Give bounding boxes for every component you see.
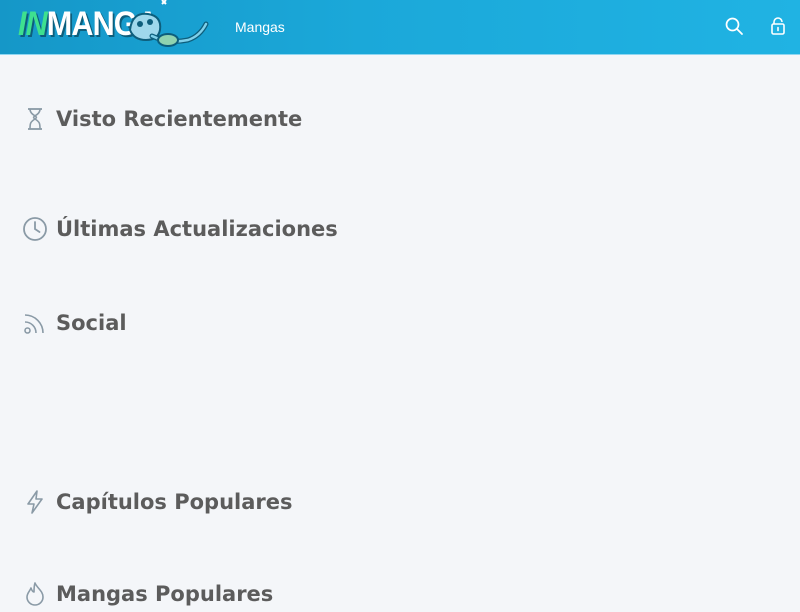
section-popular-mangas: Mangas Populares: [22, 578, 273, 610]
section-title: Visto Recientemente: [56, 107, 303, 131]
section-title: Mangas Populares: [56, 582, 274, 606]
nav-link-mangas[interactable]: Mangas: [235, 17, 285, 37]
section-social: Social: [22, 307, 127, 339]
section-popular-chapters: Capítulos Populares: [22, 486, 293, 518]
hourglass-icon: [22, 106, 48, 132]
lock-icon[interactable]: [767, 15, 789, 37]
section-title: Capítulos Populares: [56, 490, 293, 514]
site-logo[interactable]: IN MANGA: [14, 0, 210, 54]
search-icon[interactable]: [723, 15, 745, 37]
section-recently-viewed: Visto Recientemente: [22, 103, 302, 135]
rss-icon: [22, 310, 48, 336]
section-title: Últimas Actualizaciones: [56, 217, 338, 241]
lightning-icon: [22, 489, 48, 515]
fire-icon: [22, 581, 48, 607]
clock-icon: [22, 216, 48, 242]
section-title: Social: [56, 311, 127, 335]
logo-text-in: IN: [18, 4, 48, 43]
section-latest-updates: Últimas Actualizaciones: [22, 213, 338, 245]
top-navigation-bar: IN MANGA Mangas: [0, 0, 800, 55]
mascot-icon: [128, 0, 209, 47]
